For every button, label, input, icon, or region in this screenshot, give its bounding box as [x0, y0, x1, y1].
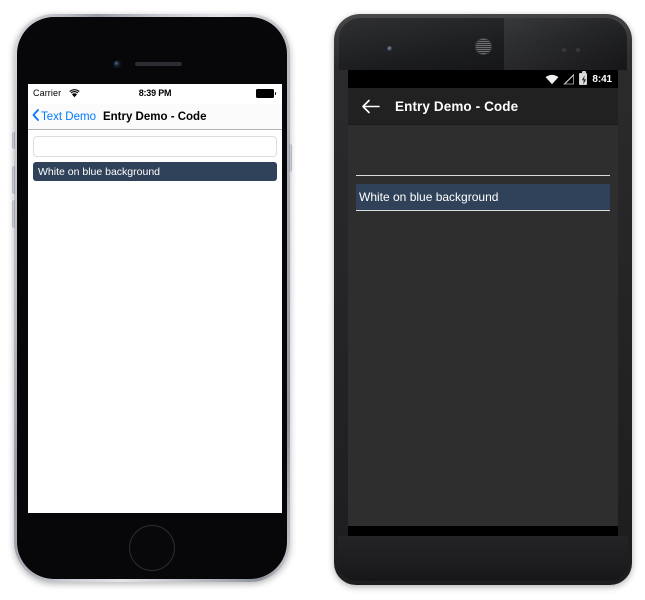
android-screen-gloss	[504, 18, 632, 70]
iphone-volume-down-button[interactable]	[12, 200, 15, 228]
android-entry-empty-input[interactable]	[356, 153, 614, 177]
ios-back-button-label: Text Demo	[41, 110, 96, 123]
front-camera-icon	[113, 60, 121, 68]
arrow-left-icon[interactable]	[360, 96, 380, 116]
android-entry-blue-value: White on blue background	[359, 190, 499, 204]
android-screen: 8:41 Entry Demo - Code White on blue bac…	[348, 70, 618, 537]
battery-charging-icon	[579, 71, 588, 85]
chevron-left-icon	[32, 108, 39, 124]
ios-entry-blue-value: White on blue background	[38, 165, 160, 178]
earpiece-speaker-icon	[475, 38, 492, 55]
android-bottom-bezel	[338, 536, 628, 581]
ios-status-bar: Carrier 8:39 PM	[28, 84, 282, 104]
ios-navigation-bar: Text Demo Entry Demo - Code	[28, 104, 282, 130]
android-entry-empty[interactable]	[356, 153, 614, 177]
signal-no-service-icon	[563, 73, 575, 85]
iphone-device: Carrier 8:39 PM Text Demo Entry Demo - C…	[12, 14, 292, 582]
android-clock: 8:41	[592, 73, 612, 85]
iphone-bezel: Carrier 8:39 PM Text Demo Entry Demo - C…	[17, 17, 287, 579]
iphone-volume-up-button[interactable]	[12, 166, 15, 194]
earpiece-speaker-icon	[135, 62, 182, 66]
android-entry-blue[interactable]: White on blue background	[356, 184, 610, 211]
ios-entry-blue[interactable]: White on blue background	[33, 162, 277, 181]
ios-page-title: Entry Demo - Code	[102, 110, 207, 123]
android-device: 8:41 Entry Demo - Code White on blue bac…	[334, 14, 632, 585]
ios-content-area: White on blue background	[28, 136, 282, 513]
battery-full-icon	[256, 89, 276, 98]
ios-entry-empty[interactable]	[33, 136, 277, 157]
ios-clock: 8:39 PM	[138, 88, 172, 98]
home-button[interactable]	[129, 525, 175, 571]
android-content-area: White on blue background	[348, 153, 618, 526]
front-camera-icon	[387, 46, 393, 52]
iphone-silent-switch[interactable]	[12, 132, 15, 149]
light-sensor-icon	[576, 48, 580, 52]
iphone-power-button[interactable]	[289, 144, 292, 172]
iphone-screen: Carrier 8:39 PM Text Demo Entry Demo - C…	[28, 84, 282, 513]
android-page-title: Entry Demo - Code	[395, 98, 519, 114]
proximity-sensor-icon	[562, 48, 566, 52]
android-status-bar: 8:41	[348, 70, 618, 88]
wifi-icon	[545, 74, 559, 85]
ios-entry-empty-input[interactable]	[34, 137, 276, 157]
ios-back-button[interactable]: Text Demo	[32, 108, 96, 124]
android-action-bar: Entry Demo - Code	[348, 88, 618, 125]
